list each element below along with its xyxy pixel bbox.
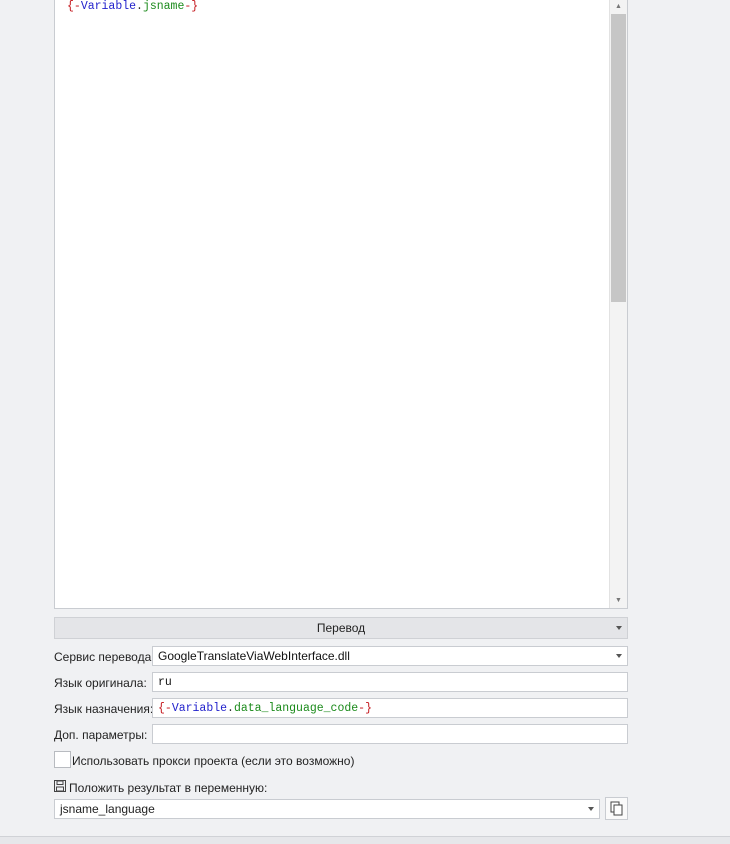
- dot: .: [227, 702, 234, 715]
- target-lang-input[interactable]: {-Variable.data_language_code-}: [152, 698, 628, 718]
- save-icon: [54, 780, 66, 792]
- variable-keyword: Variable: [171, 702, 228, 715]
- extra-params-input[interactable]: [152, 724, 628, 744]
- section-title: Перевод: [316, 621, 366, 635]
- dot: .: [136, 0, 143, 13]
- source-lang-value: ru: [158, 676, 172, 689]
- result-value: jsname_language: [60, 802, 155, 816]
- scroll-down-icon[interactable]: ▼: [610, 594, 627, 608]
- scroll-thumb[interactable]: [611, 14, 626, 302]
- brace-close: -}: [358, 702, 372, 715]
- brace-close: -}: [184, 0, 199, 13]
- editor-scrollbar[interactable]: ▲ ▼: [609, 0, 627, 608]
- brace-open: {-: [67, 0, 81, 13]
- proxy-checkbox[interactable]: [54, 751, 71, 768]
- proxy-checkbox-label[interactable]: Использовать прокси проекта (если это во…: [72, 754, 354, 768]
- variable-identifier: data_language_code: [233, 702, 359, 715]
- service-label: Сервис перевода:: [54, 650, 155, 664]
- variable-keyword: Variable: [80, 0, 137, 13]
- result-label: Положить результат в переменную:: [69, 781, 268, 795]
- variable-identifier: jsname: [142, 0, 185, 13]
- editor-text: {-Variable.jsname-}: [67, 0, 198, 14]
- chevron-down-icon: [616, 626, 622, 630]
- source-lang-label: Язык оригинала:: [54, 676, 147, 690]
- service-select[interactable]: GoogleTranslateViaWebInterface.dll: [152, 646, 628, 666]
- code-editor[interactable]: {-Variable.jsname-} ▲ ▼: [54, 0, 628, 609]
- chevron-down-icon: [588, 807, 594, 811]
- copy-icon: [610, 801, 623, 816]
- translate-section-header[interactable]: Перевод: [54, 617, 628, 639]
- source-lang-input[interactable]: ru: [152, 672, 628, 692]
- chevron-down-icon: [616, 654, 622, 658]
- result-variable-select[interactable]: jsname_language: [54, 799, 600, 819]
- scroll-up-icon[interactable]: ▲: [610, 0, 627, 14]
- brace-open: {-: [158, 702, 172, 715]
- target-lang-value: {-Variable.data_language_code-}: [158, 702, 372, 715]
- target-lang-label: Язык назначения:: [54, 702, 154, 716]
- copy-button[interactable]: [605, 797, 628, 820]
- service-value: GoogleTranslateViaWebInterface.dll: [158, 649, 350, 663]
- extra-params-label: Доп. параметры:: [54, 728, 148, 742]
